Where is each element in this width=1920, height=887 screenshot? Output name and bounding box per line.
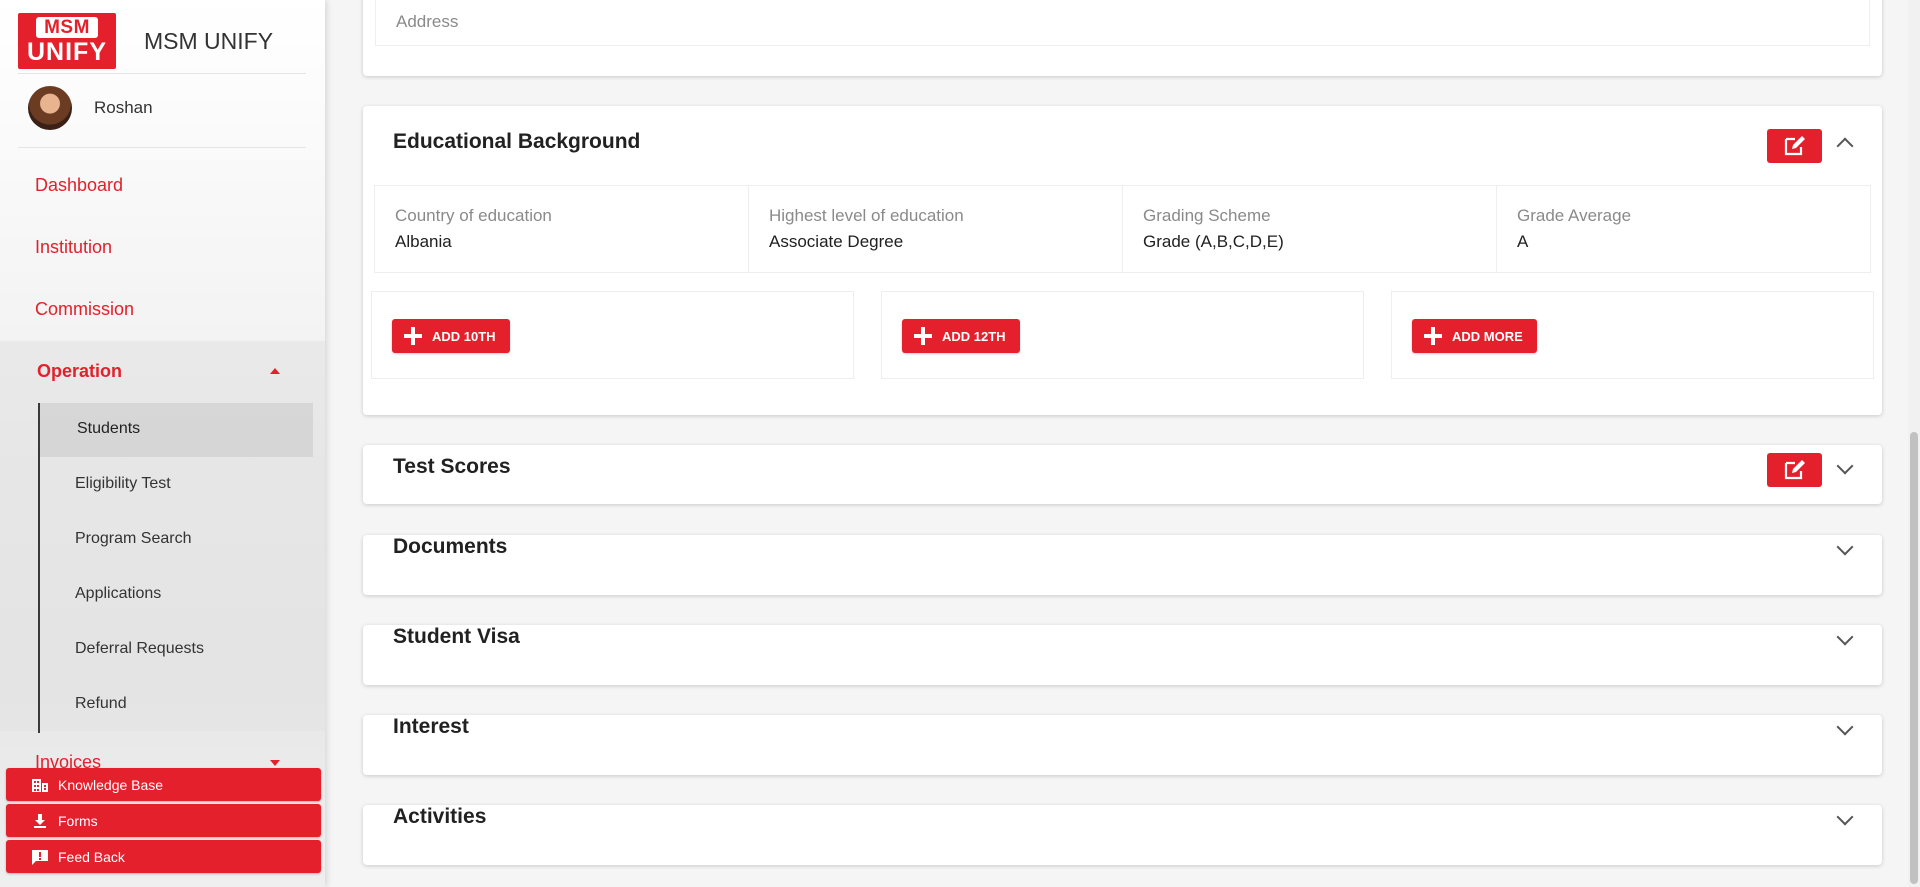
documents-title: Documents — [393, 535, 508, 558]
add-10th-label: ADD 10TH — [432, 328, 496, 344]
nav-deferral-requests[interactable]: Deferral Requests — [75, 640, 204, 658]
edit-educational-background-button[interactable] — [1767, 129, 1822, 163]
logo-text-top: MSM — [36, 17, 98, 38]
knowledge-base-label: Knowledge Base — [58, 776, 164, 793]
edit-icon — [1784, 460, 1805, 480]
msm-unify-logo: MSM UNIFY — [18, 13, 116, 69]
chevron-down-icon[interactable] — [1836, 808, 1854, 826]
add-more-label: ADD MORE — [1452, 328, 1523, 344]
activities-title: Activities — [393, 805, 487, 828]
forms-label: Forms — [58, 812, 98, 829]
interest-card[interactable]: Interest — [363, 715, 1882, 775]
address-label: Address — [396, 12, 459, 31]
feedback-icon — [30, 849, 50, 865]
field-value: Associate Degree — [769, 232, 904, 251]
nav-institution[interactable]: Institution — [35, 237, 112, 258]
activities-card[interactable]: Activities — [363, 805, 1882, 865]
add-more-box: ADD MORE — [1391, 291, 1874, 379]
plus-icon — [404, 327, 422, 345]
chevron-down-icon[interactable] — [1836, 628, 1854, 646]
student-visa-title: Student Visa — [393, 625, 520, 648]
field-value: Grade (A,B,C,D,E) — [1143, 232, 1284, 251]
plus-icon — [1424, 327, 1442, 345]
educational-background-card: Educational Background Country of educat… — [363, 106, 1882, 415]
add-more-button[interactable]: ADD MORE — [1412, 319, 1537, 353]
edit-test-scores-button[interactable] — [1767, 453, 1822, 487]
educational-background-title: Educational Background — [393, 130, 641, 153]
scrollbar-thumb[interactable] — [1910, 432, 1918, 884]
chevron-down-icon[interactable] — [1836, 457, 1854, 475]
student-visa-card[interactable]: Student Visa — [363, 625, 1882, 685]
education-info-grid: Country of education Albania Highest lev… — [374, 185, 1871, 273]
nav-program-search[interactable]: Program Search — [75, 530, 192, 548]
info-cell-grade-average: Grade Average A — [1497, 186, 1870, 272]
field-value: A — [1517, 232, 1529, 251]
app-name: MSM UNIFY — [144, 27, 274, 54]
plus-icon — [914, 327, 932, 345]
nav-dashboard[interactable]: Dashboard — [35, 175, 123, 196]
interest-title: Interest — [393, 715, 469, 738]
nav-commission[interactable]: Commission — [35, 299, 134, 320]
test-scores-title: Test Scores — [393, 455, 511, 478]
feedback-button[interactable]: Feed Back — [6, 840, 321, 873]
divider — [18, 73, 306, 74]
knowledge-base-button[interactable]: Knowledge Base — [6, 768, 321, 801]
nav-applications[interactable]: Applications — [75, 585, 161, 603]
info-cell-country: Country of education Albania — [375, 186, 749, 272]
user-name: Roshan — [94, 98, 153, 117]
nav-students[interactable]: Students — [77, 420, 140, 438]
add-12th-label: ADD 12TH — [942, 328, 1006, 344]
download-icon — [30, 813, 50, 829]
nav-operation[interactable]: Operation — [37, 361, 122, 382]
avatar — [28, 86, 72, 130]
edit-icon — [1784, 136, 1805, 156]
add-10th-button[interactable]: ADD 10TH — [392, 319, 510, 353]
field-label: Grading Scheme — [1143, 206, 1271, 225]
field-label: Grade Average — [1517, 206, 1632, 225]
caret-down-icon[interactable] — [270, 760, 280, 766]
documents-card[interactable]: Documents — [363, 535, 1882, 595]
forms-button[interactable]: Forms — [6, 804, 321, 837]
logo-text-bottom: UNIFY — [27, 38, 107, 66]
sidebar: MSM UNIFY MSM UNIFY Roshan Dashboard Ins… — [0, 0, 325, 887]
nav-eligibility-test[interactable]: Eligibility Test — [75, 475, 171, 493]
test-scores-card[interactable]: Test Scores — [363, 445, 1882, 504]
caret-up-icon[interactable] — [270, 368, 280, 374]
divider — [18, 147, 306, 148]
user-profile[interactable]: Roshan — [28, 86, 153, 130]
feedback-label: Feed Back — [58, 848, 125, 865]
field-value: Albania — [395, 232, 452, 251]
chevron-down-icon[interactable] — [1836, 538, 1854, 556]
brand[interactable]: MSM UNIFY MSM UNIFY — [18, 13, 273, 69]
add-12th-button[interactable]: ADD 12TH — [902, 319, 1020, 353]
chevron-down-icon[interactable] — [1836, 718, 1854, 736]
info-cell-highest-level: Highest level of education Associate Deg… — [749, 186, 1123, 272]
nav-refund[interactable]: Refund — [75, 695, 127, 713]
building-icon — [30, 777, 50, 793]
address-field: Address — [375, 0, 1870, 46]
field-label: Country of education — [395, 206, 552, 225]
info-cell-grading-scheme: Grading Scheme Grade (A,B,C,D,E) — [1123, 186, 1497, 272]
field-label: Highest level of education — [769, 206, 964, 225]
address-card: Address — [363, 0, 1882, 76]
chevron-up-icon[interactable] — [1836, 137, 1854, 155]
add-10th-box: ADD 10TH — [371, 291, 854, 379]
add-12th-box: ADD 12TH — [881, 291, 1364, 379]
